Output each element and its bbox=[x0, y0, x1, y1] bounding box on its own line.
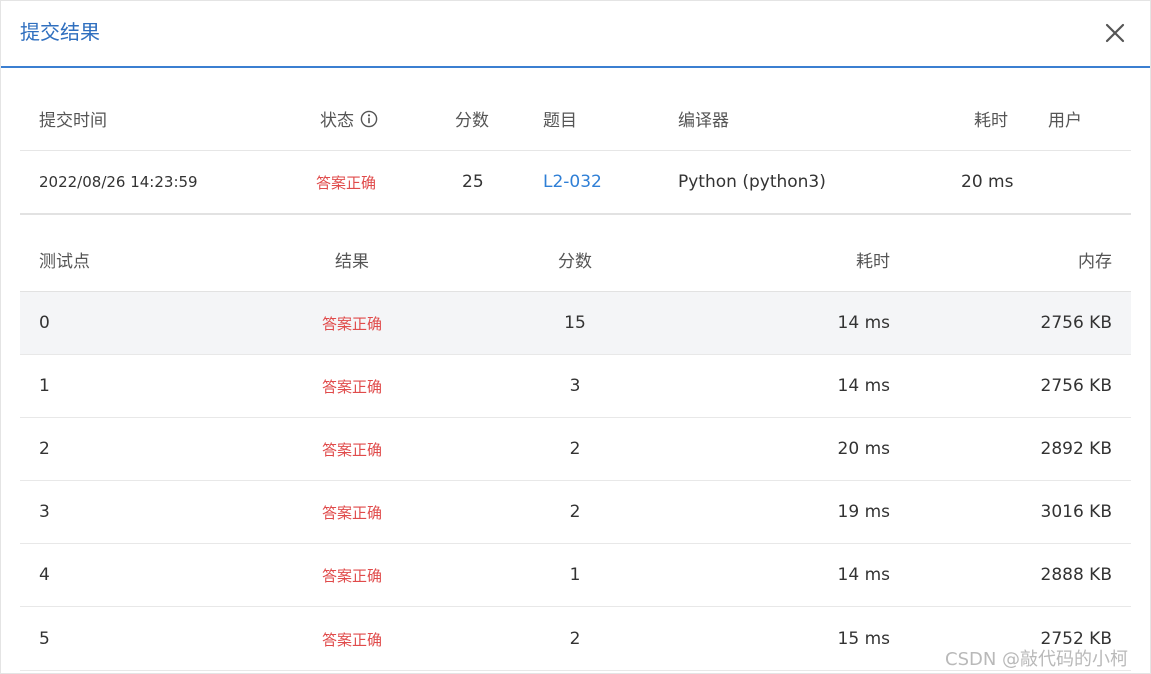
test-memory: 2888 KB bbox=[1040, 565, 1112, 585]
test-elapsed: 19 ms bbox=[837, 502, 890, 522]
table-row: 3 答案正确 2 19 ms 3016 KB bbox=[20, 481, 1131, 544]
test-result: 答案正确 bbox=[321, 377, 382, 396]
header-status-label: 状态 bbox=[320, 111, 354, 131]
test-table-header: 测试点 结果 分数 耗时 内存 bbox=[20, 228, 1131, 293]
header-score: 分数 bbox=[455, 111, 489, 131]
test-score: 2 bbox=[569, 629, 581, 649]
problem-link[interactable]: L2-032 bbox=[543, 151, 602, 213]
test-result: 答案正确 bbox=[321, 440, 382, 459]
test-result: 答案正确 bbox=[321, 566, 382, 585]
dialog-header: 提交结果 bbox=[1, 1, 1150, 68]
header-status: 状态 bbox=[320, 87, 378, 150]
submission-compiler: Python (python3) bbox=[678, 172, 826, 192]
test-result: 答案正确 bbox=[321, 630, 382, 649]
submission-result-dialog: 提交结果 提交时间 状态 分数 题目 编译器 耗时 用户 2 0 22/08/26 … bbox=[0, 0, 1151, 674]
dialog-title: 提交结果 bbox=[20, 20, 100, 44]
test-case-id: 2 bbox=[39, 439, 50, 459]
header-submit-time: 提交时间 bbox=[39, 111, 107, 131]
header-result: 结果 bbox=[335, 252, 369, 272]
test-case-id: 5 bbox=[39, 629, 50, 649]
header-elapsed: 耗时 bbox=[974, 111, 1008, 131]
header-test-case: 测试点 bbox=[39, 252, 90, 272]
header-memory: 内存 bbox=[1078, 252, 1112, 272]
test-elapsed: 15 ms bbox=[837, 629, 890, 649]
test-memory: 2892 KB bbox=[1040, 439, 1112, 459]
submission-status: 答案正确 bbox=[316, 173, 377, 192]
test-memory: 2756 KB bbox=[1040, 376, 1112, 396]
close-icon bbox=[1105, 23, 1125, 43]
info-circle-icon[interactable] bbox=[360, 110, 378, 128]
test-result: 答案正确 bbox=[321, 503, 382, 522]
header-test-elapsed: 耗时 bbox=[856, 252, 890, 272]
test-memory: 2756 KB bbox=[1040, 313, 1112, 333]
test-case-id: 3 bbox=[39, 502, 50, 522]
test-score: 3 bbox=[569, 376, 581, 396]
test-elapsed: 14 ms bbox=[837, 313, 890, 333]
header-problem: 题目 bbox=[543, 111, 577, 131]
test-elapsed: 14 ms bbox=[837, 376, 890, 396]
test-case-id: 1 bbox=[39, 376, 50, 396]
submission-row: 2022/08/26 14:23:59 答案正确 25 L2-032 Pytho… bbox=[20, 151, 1131, 215]
test-result: 答案正确 bbox=[321, 314, 382, 333]
table-row: 4 答案正确 1 14 ms 2888 KB bbox=[20, 544, 1131, 607]
table-row: 1 答案正确 3 14 ms 2756 KB bbox=[20, 355, 1131, 418]
test-elapsed: 20 ms bbox=[837, 439, 890, 459]
test-memory: 3016 KB bbox=[1040, 502, 1112, 522]
submission-score: 25 bbox=[462, 172, 484, 192]
test-score: 1 bbox=[569, 565, 581, 585]
table-row: 0 答案正确 15 14 ms 2756 KB bbox=[20, 292, 1131, 355]
test-score: 2 bbox=[569, 439, 581, 459]
close-button[interactable] bbox=[1101, 19, 1129, 47]
submission-time: 2022/08/26 14:23:59 bbox=[39, 173, 198, 191]
test-case-id: 0 bbox=[39, 313, 50, 333]
submission-elapsed: 20 ms bbox=[961, 172, 1014, 192]
test-case-id: 4 bbox=[39, 565, 50, 585]
header-compiler: 编译器 bbox=[678, 111, 729, 131]
submission-table-header: 提交时间 状态 分数 题目 编译器 耗时 用户 bbox=[20, 87, 1131, 151]
test-score: 15 bbox=[564, 313, 586, 333]
header-user: 用户 bbox=[1048, 111, 1082, 131]
test-elapsed: 14 ms bbox=[837, 565, 890, 585]
table-row: 2 答案正确 2 20 ms 2892 KB bbox=[20, 418, 1131, 481]
csdn-watermark: CSDN @敲代码的小柯 bbox=[945, 649, 1129, 670]
test-score: 2 bbox=[569, 502, 581, 522]
header-test-score: 分数 bbox=[558, 252, 592, 272]
